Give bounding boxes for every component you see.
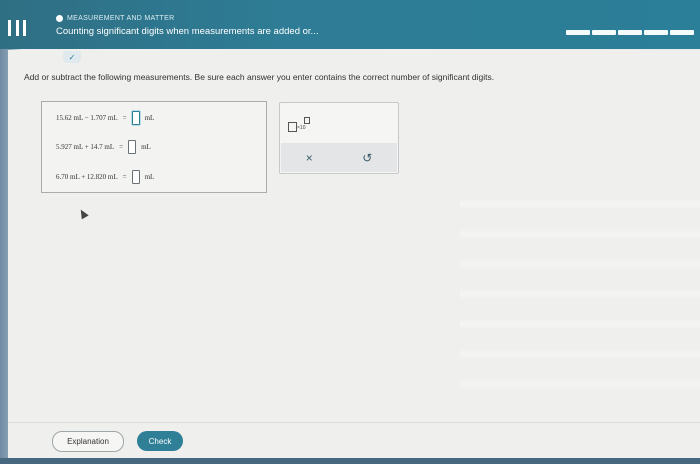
problem-expression: 15.62 mL − 1.707 mL <box>56 114 118 122</box>
equals-sign: = <box>122 173 127 181</box>
clear-icon[interactable]: × <box>306 151 313 165</box>
menu-icon[interactable] <box>8 20 26 38</box>
unit-label: mL <box>144 114 155 122</box>
problem-expression: 5.927 mL + 14.7 mL <box>56 143 115 151</box>
bottom-bar <box>0 458 700 464</box>
problem-row: 6.70 mL + 12.820 mL = mL <box>56 170 154 184</box>
undo-icon[interactable]: ↺ <box>362 151 372 165</box>
page-title: Counting significant digits when measure… <box>56 26 319 37</box>
topic-label: MEASUREMENT AND MATTER <box>67 14 175 22</box>
topic-row: MEASUREMENT AND MATTER <box>56 12 174 24</box>
problem-row: 15.62 mL − 1.707 mL = mL <box>56 111 154 125</box>
check-button[interactable]: Check <box>137 431 183 451</box>
problem-box: 15.62 mL − 1.707 mL = mL 5.927 mL + 14.7… <box>41 101 267 193</box>
problem-row: 5.927 mL + 14.7 mL = mL <box>56 140 151 154</box>
progress-indicator <box>566 30 694 35</box>
header-bar: MEASUREMENT AND MATTER Counting signific… <box>0 0 700 49</box>
math-toolbox: ×10 × ↺ <box>279 102 399 174</box>
answer-input[interactable] <box>131 170 140 184</box>
tool-actions: × ↺ <box>281 143 397 172</box>
scientific-notation-button[interactable]: ×10 <box>288 116 312 132</box>
chevron-down-icon[interactable]: ✓ <box>63 51 81 63</box>
unit-label: mL <box>141 143 151 151</box>
equals-sign: = <box>119 143 124 151</box>
footer-divider <box>8 422 700 423</box>
sci-notation-label: ×10 <box>297 125 306 131</box>
answer-input[interactable] <box>131 111 140 125</box>
explanation-button[interactable]: Explanation <box>52 431 124 452</box>
topic-dot-icon <box>56 14 63 22</box>
equals-sign: = <box>122 114 127 122</box>
problem-expression: 6.70 mL + 12.820 mL <box>56 173 118 181</box>
answer-input[interactable] <box>128 140 137 154</box>
instruction-text: Add or subtract the following measuremen… <box>24 72 495 82</box>
unit-label: mL <box>144 173 155 181</box>
